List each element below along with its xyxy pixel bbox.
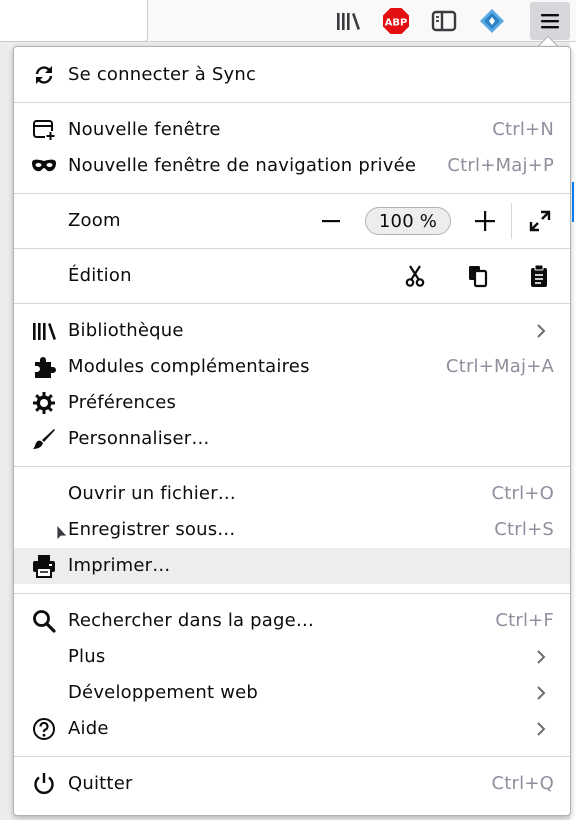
sidebar-icon <box>431 10 457 32</box>
menu-separator <box>14 756 570 757</box>
open-menu-button[interactable] <box>530 2 570 40</box>
menu-item-label: Nouvelle fenêtre <box>68 119 221 140</box>
menu-item-zoom: Zoom 100 % <box>14 203 570 239</box>
menu-item-save-as[interactable]: Enregistrer sous… Ctrl+S <box>14 512 570 548</box>
menu-separator <box>14 303 570 304</box>
menu-item-print[interactable]: Imprimer… <box>14 548 570 584</box>
menu-item-shortcut: Ctrl+F <box>495 610 554 631</box>
menu-item-label: Plus <box>68 646 106 667</box>
zoom-in-button[interactable] <box>469 209 501 233</box>
menu-item-edit: Édition <box>14 258 570 294</box>
hamburger-menu-icon <box>541 14 559 29</box>
private-mask-icon <box>31 154 57 178</box>
menu-item-customize[interactable]: Personnaliser… <box>14 421 570 457</box>
menu-item-preferences[interactable]: Préférences <box>14 385 570 421</box>
new-window-icon <box>31 118 57 142</box>
menu-separator <box>14 248 570 249</box>
menu-item-find[interactable]: Rechercher dans la page… Ctrl+F <box>14 603 570 639</box>
menu-item-more[interactable]: Plus <box>14 639 570 675</box>
minus-icon <box>322 220 340 223</box>
adblock-plus-icon: ABP <box>383 8 409 34</box>
library-icon <box>337 13 360 30</box>
paste-button[interactable] <box>523 264 555 288</box>
zoom-out-button[interactable] <box>315 209 347 233</box>
menu-item-shortcut: Ctrl+O <box>491 483 554 504</box>
menu-item-shortcut: Ctrl+Maj+A <box>445 356 554 377</box>
menu-item-label: Aide <box>68 718 109 739</box>
menu-item-label: Imprimer… <box>68 555 171 576</box>
browser-toolbar: ABP <box>0 0 576 42</box>
menu-item-private-window[interactable]: Nouvelle fenêtre de navigation privée Ct… <box>14 148 570 184</box>
chevron-right-icon <box>537 324 546 338</box>
menu-item-sync[interactable]: Se connecter à Sync <box>14 57 570 93</box>
menu-item-label: Rechercher dans la page… <box>68 610 315 631</box>
paintbrush-icon <box>31 427 57 451</box>
menu-item-shortcut: Ctrl+Q <box>491 773 554 794</box>
edit-label: Édition <box>68 265 132 286</box>
power-icon <box>31 772 57 796</box>
menu-item-label: Ouvrir un fichier… <box>68 483 237 504</box>
puzzle-icon <box>31 355 57 379</box>
menu-item-label: Enregistrer sous… <box>68 519 236 540</box>
help-icon <box>31 717 57 741</box>
menu-item-new-window[interactable]: Nouvelle fenêtre Ctrl+N <box>14 112 570 148</box>
menu-item-label: Personnaliser… <box>68 428 210 449</box>
menu-item-addons[interactable]: Modules complémentaires Ctrl+Maj+A <box>14 349 570 385</box>
menu-item-label: Développement web <box>68 682 259 703</box>
zoom-divider <box>511 203 512 239</box>
scissors-icon <box>405 265 425 287</box>
clipboard-icon <box>531 264 547 287</box>
sync-icon <box>31 63 57 87</box>
svg-text:ABP: ABP <box>385 18 408 29</box>
extension-button[interactable] <box>476 4 508 38</box>
zoom-label: Zoom <box>68 210 121 231</box>
menu-item-library[interactable]: Bibliothèque <box>14 313 570 349</box>
chevron-right-icon <box>537 686 546 700</box>
menu-separator <box>14 466 570 467</box>
menu-item-open-file[interactable]: Ouvrir un fichier… Ctrl+O <box>14 476 570 512</box>
gear-icon <box>31 391 57 415</box>
extension-diamond-icon <box>480 9 504 33</box>
menu-item-label: Quitter <box>68 773 133 794</box>
adblock-plus-button[interactable]: ABP <box>380 4 412 38</box>
menu-item-label: Modules complémentaires <box>68 356 310 377</box>
fullscreen-button[interactable] <box>524 209 556 233</box>
menu-separator <box>14 193 570 194</box>
app-menu-panel: Se connecter à Sync Nouvelle fenêtre Ctr… <box>13 46 571 816</box>
library-button[interactable] <box>332 4 364 38</box>
fullscreen-icon <box>529 210 551 232</box>
menu-item-label: Se connecter à Sync <box>68 64 257 85</box>
plus-icon <box>475 211 495 231</box>
printer-icon <box>31 554 57 578</box>
menu-item-shortcut: Ctrl+S <box>494 519 554 540</box>
copy-icon <box>469 266 488 288</box>
mouse-cursor-icon <box>56 524 68 541</box>
chevron-right-icon <box>537 722 546 736</box>
menu-item-label: Bibliothèque <box>68 320 184 341</box>
menu-item-shortcut: Ctrl+Maj+P <box>447 155 554 176</box>
menu-item-shortcut: Ctrl+N <box>492 119 554 140</box>
search-icon <box>31 609 57 633</box>
sidebar-button[interactable] <box>428 4 460 38</box>
url-bar[interactable] <box>0 0 148 42</box>
menu-item-web-developer[interactable]: Développement web <box>14 675 570 711</box>
zoom-reset-button[interactable]: 100 % <box>365 207 451 235</box>
menu-separator <box>14 593 570 594</box>
copy-button[interactable] <box>462 264 494 288</box>
menu-item-quit[interactable]: Quitter Ctrl+Q <box>14 766 570 802</box>
cut-button[interactable] <box>399 264 431 288</box>
menu-separator <box>14 102 570 103</box>
chevron-right-icon <box>537 650 546 664</box>
library-icon <box>31 319 57 343</box>
menu-item-help[interactable]: Aide <box>14 711 570 747</box>
menu-item-label: Préférences <box>68 392 177 413</box>
menu-item-label: Nouvelle fenêtre de navigation privée <box>68 155 417 176</box>
